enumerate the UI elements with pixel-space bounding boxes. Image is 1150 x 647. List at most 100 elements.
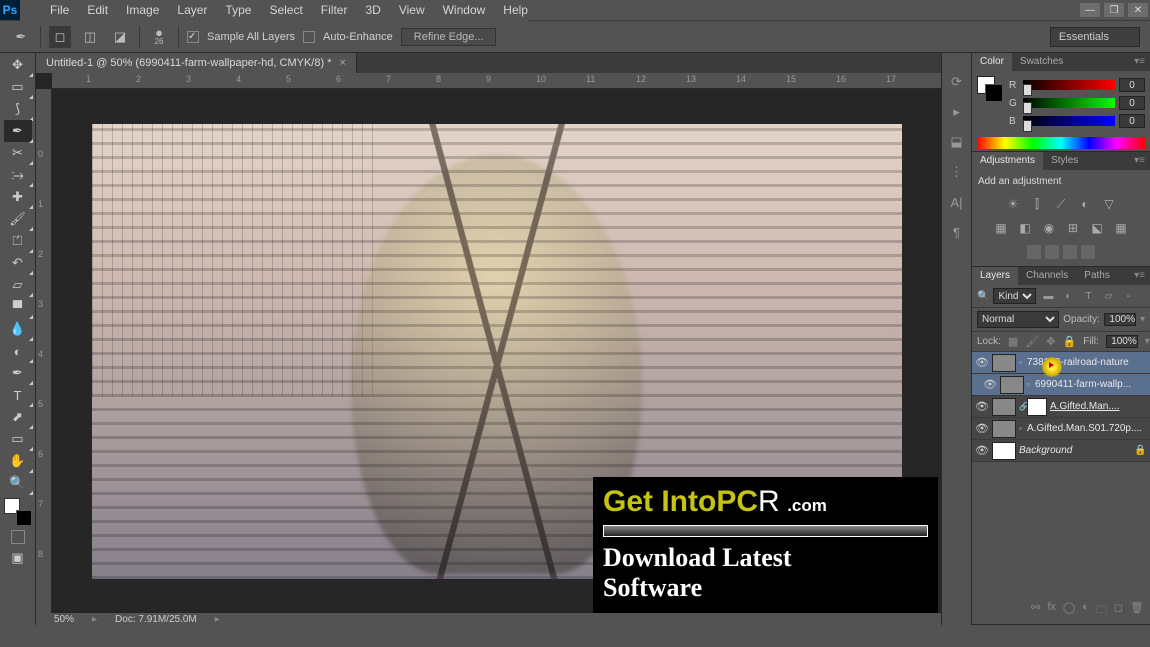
panel-menu-icon[interactable]: ▾≡ bbox=[1129, 267, 1150, 285]
eraser-tool-icon[interactable]: ▱ bbox=[4, 274, 32, 296]
r-slider[interactable] bbox=[1023, 80, 1115, 90]
menu-window[interactable]: Window bbox=[443, 3, 486, 17]
path-select-tool-icon[interactable]: ⬈ bbox=[4, 406, 32, 428]
layer-name[interactable]: Background bbox=[1019, 445, 1134, 456]
tab-close-icon[interactable]: × bbox=[339, 57, 345, 69]
brush-tool-icon[interactable]: 🖌 bbox=[4, 208, 32, 230]
status-play-icon[interactable]: ▸ bbox=[215, 614, 220, 625]
link-layers-icon[interactable]: ⚯ bbox=[1031, 601, 1040, 620]
marquee-tool-icon[interactable]: ▭ bbox=[4, 76, 32, 98]
visibility-icon[interactable]: 👁 bbox=[972, 444, 992, 457]
fx-icon[interactable]: fx bbox=[1047, 601, 1056, 620]
group-icon[interactable]: 🗀 bbox=[1096, 601, 1107, 620]
layer-mask-thumb[interactable] bbox=[1027, 398, 1047, 416]
filter-shape-icon[interactable]: ▱ bbox=[1100, 288, 1116, 304]
status-arrow-icon[interactable]: ▸ bbox=[92, 614, 97, 625]
menu-help[interactable]: Help bbox=[503, 3, 528, 17]
pen-tool-icon[interactable]: ✒ bbox=[4, 362, 32, 384]
quick-select-tool-icon[interactable]: ✒ bbox=[4, 120, 32, 142]
menu-select[interactable]: Select bbox=[269, 3, 302, 17]
doc-size[interactable]: Doc: 7.91M/25.0M bbox=[115, 614, 197, 625]
tab-swatches[interactable]: Swatches bbox=[1012, 53, 1071, 71]
hue-icon[interactable]: ▦ bbox=[992, 220, 1010, 236]
close-button[interactable]: ✕ bbox=[1128, 3, 1148, 17]
add-selection-icon[interactable]: ◫ bbox=[79, 26, 101, 48]
b-slider[interactable] bbox=[1023, 116, 1115, 126]
zoom-level[interactable]: 50% bbox=[54, 614, 74, 625]
layer-name[interactable]: A.Gifted.Man.S01.720p.... bbox=[1027, 423, 1150, 434]
visibility-icon[interactable]: 👁 bbox=[972, 400, 992, 413]
brightness-icon[interactable]: ☀ bbox=[1004, 196, 1022, 212]
colorlookup-icon[interactable]: ⬕ bbox=[1088, 220, 1106, 236]
bw-icon[interactable]: ◧ bbox=[1016, 220, 1034, 236]
layer-name[interactable]: A.Gifted.Man.... bbox=[1050, 401, 1150, 412]
tool-preset-icon[interactable]: ✒ bbox=[10, 26, 32, 48]
quick-mask-icon[interactable] bbox=[11, 530, 25, 544]
crop-tool-icon[interactable]: ✂ bbox=[4, 142, 32, 164]
tab-styles[interactable]: Styles bbox=[1043, 152, 1086, 170]
fill-value[interactable] bbox=[1106, 335, 1138, 348]
layer-row[interactable]: 👁 ▫ 6990411-farm-wallp... bbox=[972, 374, 1150, 396]
panel-menu-icon[interactable]: ▾≡ bbox=[1129, 152, 1150, 170]
shape-tool-icon[interactable]: ▭ bbox=[4, 428, 32, 450]
sample-all-checkbox[interactable] bbox=[187, 31, 199, 43]
menu-type[interactable]: Type bbox=[225, 3, 251, 17]
tab-paths[interactable]: Paths bbox=[1076, 267, 1118, 285]
filter-smart-icon[interactable]: ▫ bbox=[1120, 288, 1136, 304]
new-selection-icon[interactable]: ◻ bbox=[49, 26, 71, 48]
g-value[interactable] bbox=[1119, 96, 1145, 110]
zoom-tool-icon[interactable]: 🔍 bbox=[4, 472, 32, 494]
menu-layer[interactable]: Layer bbox=[177, 3, 207, 17]
eyedropper-tool-icon[interactable]: ⧴ bbox=[4, 164, 32, 186]
lock-trans-icon[interactable]: ▩ bbox=[1008, 335, 1018, 348]
adj-extra-icon[interactable] bbox=[1045, 245, 1059, 259]
filter-adjust-icon[interactable]: ◐ bbox=[1060, 288, 1076, 304]
menu-image[interactable]: Image bbox=[126, 3, 159, 17]
layer-thumb[interactable] bbox=[992, 420, 1016, 438]
tab-layers[interactable]: Layers bbox=[972, 267, 1018, 285]
blur-tool-icon[interactable]: 💧 bbox=[4, 318, 32, 340]
minimize-button[interactable]: — bbox=[1080, 3, 1100, 17]
g-slider[interactable] bbox=[1023, 98, 1115, 108]
mask-icon[interactable]: ◯ bbox=[1063, 601, 1075, 620]
auto-enhance-checkbox[interactable] bbox=[303, 31, 315, 43]
lock-paint-icon[interactable]: 🖌 bbox=[1025, 335, 1039, 348]
opacity-value[interactable] bbox=[1104, 313, 1136, 326]
fg-bg-colors[interactable] bbox=[4, 498, 32, 526]
channel-mixer-icon[interactable]: ⊞ bbox=[1064, 220, 1082, 236]
lock-all-icon[interactable]: 🔒 bbox=[1063, 335, 1077, 348]
menu-view[interactable]: View bbox=[399, 3, 425, 17]
exposure-icon[interactable]: ◐ bbox=[1076, 196, 1094, 212]
brush-picker[interactable]: ●26 bbox=[148, 26, 170, 48]
tab-color[interactable]: Color bbox=[972, 53, 1012, 71]
screen-mode-icon[interactable]: ▣ bbox=[4, 547, 32, 569]
brush-panel-icon[interactable]: ⋮ bbox=[946, 161, 968, 183]
tab-channels[interactable]: Channels bbox=[1018, 267, 1076, 285]
history-panel-icon[interactable]: ⟳ bbox=[946, 71, 968, 93]
r-value[interactable] bbox=[1119, 78, 1145, 92]
gradient-tool-icon[interactable]: ▀ bbox=[4, 296, 32, 318]
menu-3d[interactable]: 3D bbox=[365, 3, 380, 17]
layer-thumb[interactable] bbox=[992, 442, 1016, 460]
menu-file[interactable]: File bbox=[50, 3, 69, 17]
lock-pos-icon[interactable]: ✥ bbox=[1046, 335, 1055, 348]
lasso-tool-icon[interactable]: ⟆ bbox=[4, 98, 32, 120]
layer-name[interactable]: 6990411-farm-wallp... bbox=[1035, 379, 1150, 390]
photo-filter-icon[interactable]: ◉ bbox=[1040, 220, 1058, 236]
filter-pixel-icon[interactable]: ▬ bbox=[1040, 288, 1056, 304]
menu-filter[interactable]: Filter bbox=[321, 3, 348, 17]
layer-row[interactable]: 👁 ▫ A.Gifted.Man.S01.720p.... bbox=[972, 418, 1150, 440]
adj-extra-icon[interactable] bbox=[1027, 245, 1041, 259]
tab-adjustments[interactable]: Adjustments bbox=[972, 152, 1043, 170]
heal-tool-icon[interactable]: ✚ bbox=[4, 186, 32, 208]
actions-panel-icon[interactable]: ▸ bbox=[946, 101, 968, 123]
vibrance-icon[interactable]: ▽ bbox=[1100, 196, 1118, 212]
hand-tool-icon[interactable]: ✋ bbox=[4, 450, 32, 472]
curves-icon[interactable]: ⟋ bbox=[1052, 196, 1070, 212]
adj-extra-icon[interactable] bbox=[1081, 245, 1095, 259]
color-spectrum[interactable] bbox=[977, 137, 1145, 149]
visibility-icon[interactable]: 👁 bbox=[972, 356, 992, 369]
paragraph-panel-icon[interactable]: ¶ bbox=[946, 221, 968, 243]
move-tool-icon[interactable]: ✥ bbox=[4, 54, 32, 76]
layer-thumb[interactable] bbox=[1000, 376, 1024, 394]
